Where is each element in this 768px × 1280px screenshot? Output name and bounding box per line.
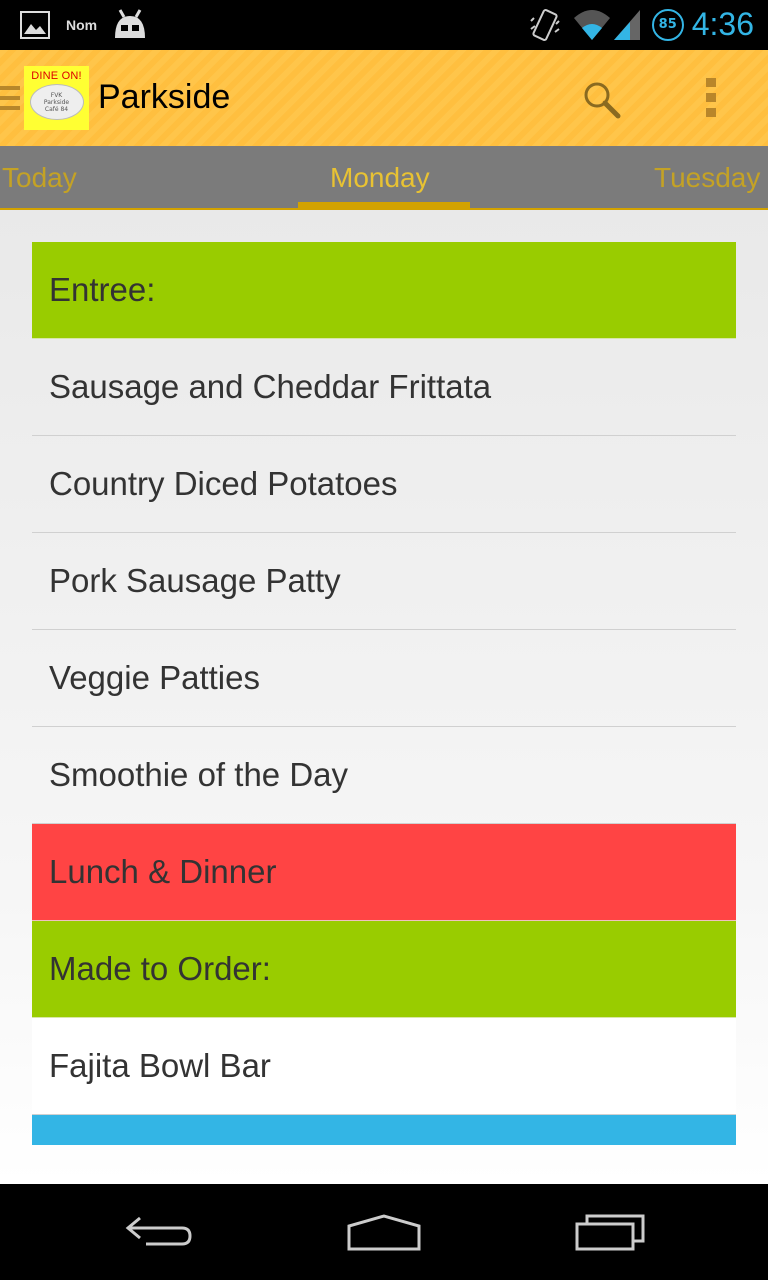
menu-item[interactable]: Fajita Bowl Bar <box>32 1018 736 1115</box>
overflow-icon[interactable] <box>706 78 718 123</box>
menu-item[interactable]: Sausage and Cheddar Frittata <box>32 339 736 436</box>
category-header-partial <box>32 1115 736 1145</box>
menu-content: Entree: Sausage and Cheddar Frittata Cou… <box>0 210 768 1184</box>
day-tabs: Today Monday Tuesday <box>0 146 768 210</box>
page-title: Parkside <box>98 78 231 116</box>
android-icon <box>115 9 146 38</box>
logo-plate: FVK Parkside Café 84 <box>29 84 84 120</box>
tab-today[interactable]: Today <box>2 162 77 194</box>
category-header-made-to-order: Made to Order: <box>32 921 736 1018</box>
home-icon[interactable] <box>346 1212 422 1252</box>
image-icon <box>20 11 50 39</box>
recent-apps-icon[interactable] <box>574 1212 646 1252</box>
menu-item[interactable]: Country Diced Potatoes <box>32 436 736 533</box>
meal-header-lunch-dinner: Lunch & Dinner <box>32 824 736 921</box>
navigation-bar <box>0 1184 768 1280</box>
signal-icon <box>613 9 640 40</box>
app-logo[interactable]: DINE ON! FVK Parkside Café 84 <box>24 66 89 130</box>
search-icon[interactable] <box>582 80 622 120</box>
back-icon[interactable] <box>124 1212 196 1252</box>
tab-indicator <box>298 202 470 208</box>
action-bar: DINE ON! FVK Parkside Café 84 Parkside <box>0 50 768 146</box>
tab-tuesday[interactable]: Tuesday <box>654 162 760 194</box>
notification-label: Nom <box>66 17 98 33</box>
menu-item[interactable]: Smoothie of the Day <box>32 727 736 824</box>
menu-icon[interactable] <box>0 86 20 116</box>
tab-monday[interactable]: Monday <box>330 162 430 194</box>
battery-badge: 85 <box>651 8 684 41</box>
logo-text: DINE ON! <box>31 70 82 82</box>
category-header-entree: Entree: <box>32 242 736 339</box>
menu-list: Entree: Sausage and Cheddar Frittata Cou… <box>32 242 736 1145</box>
wifi-icon <box>573 9 610 40</box>
clock: 4:36 <box>691 6 754 42</box>
status-bar: Nom 85 4:36 <box>0 0 768 50</box>
menu-item[interactable]: Pork Sausage Patty <box>32 533 736 630</box>
menu-item[interactable]: Veggie Patties <box>32 630 736 727</box>
vibrate-icon <box>530 8 560 41</box>
